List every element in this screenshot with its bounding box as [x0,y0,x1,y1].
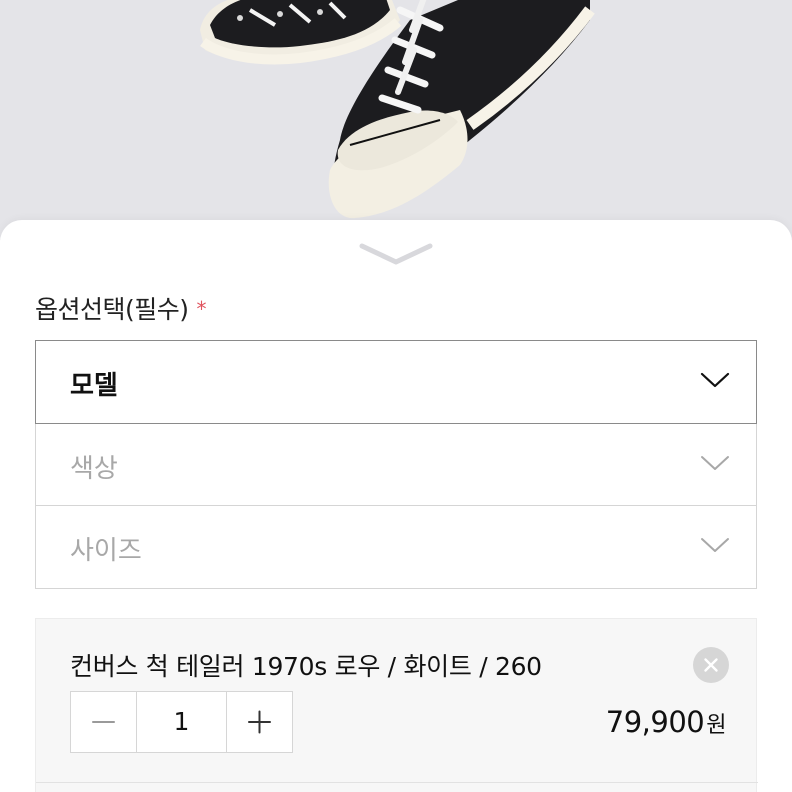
option-section-title: 옵션선택(필수) * [35,290,206,326]
item-price-value: 79,900 [605,705,705,739]
chevron-down-icon [701,538,729,552]
select-color[interactable]: 색상 [35,423,757,507]
option-section-label: 옵션선택(필수) [35,295,189,324]
product-image [0,0,792,240]
currency-unit: 원 [706,713,726,738]
select-size-label: 사이즈 [70,536,142,566]
select-color-label: 색상 [70,454,118,484]
chevron-down-icon [701,456,729,470]
minus-icon [92,721,115,723]
remove-item-button[interactable] [693,647,729,683]
required-mark: * [196,297,207,321]
quantity-value[interactable]: 1 [136,692,227,752]
close-icon [704,658,718,672]
chevron-down-icon [700,372,730,388]
quantity-stepper: 1 [70,691,293,753]
item-price: 79,900원 [605,705,727,739]
option-bottom-sheet: 옵션선택(필수) * 모델 색상 사이즈 컨버스 척 테일러 1970s 로우 /… [0,220,792,792]
selected-item-title: 컨버스 척 테일러 1970s 로우 / 화이트 / 260 [70,652,542,681]
chevron-down-icon [359,243,433,265]
decrement-button[interactable] [71,692,136,752]
select-size[interactable]: 사이즈 [35,505,757,589]
selected-item-card: 컨버스 척 테일러 1970s 로우 / 화이트 / 260 1 79,900원 [35,618,758,792]
increment-button[interactable] [227,692,292,752]
sheet-collapse-handle[interactable] [356,238,436,268]
card-divider [36,782,758,783]
select-model-label: 모델 [70,371,118,401]
plus-icon [248,710,271,734]
select-model[interactable]: 모델 [35,340,757,424]
